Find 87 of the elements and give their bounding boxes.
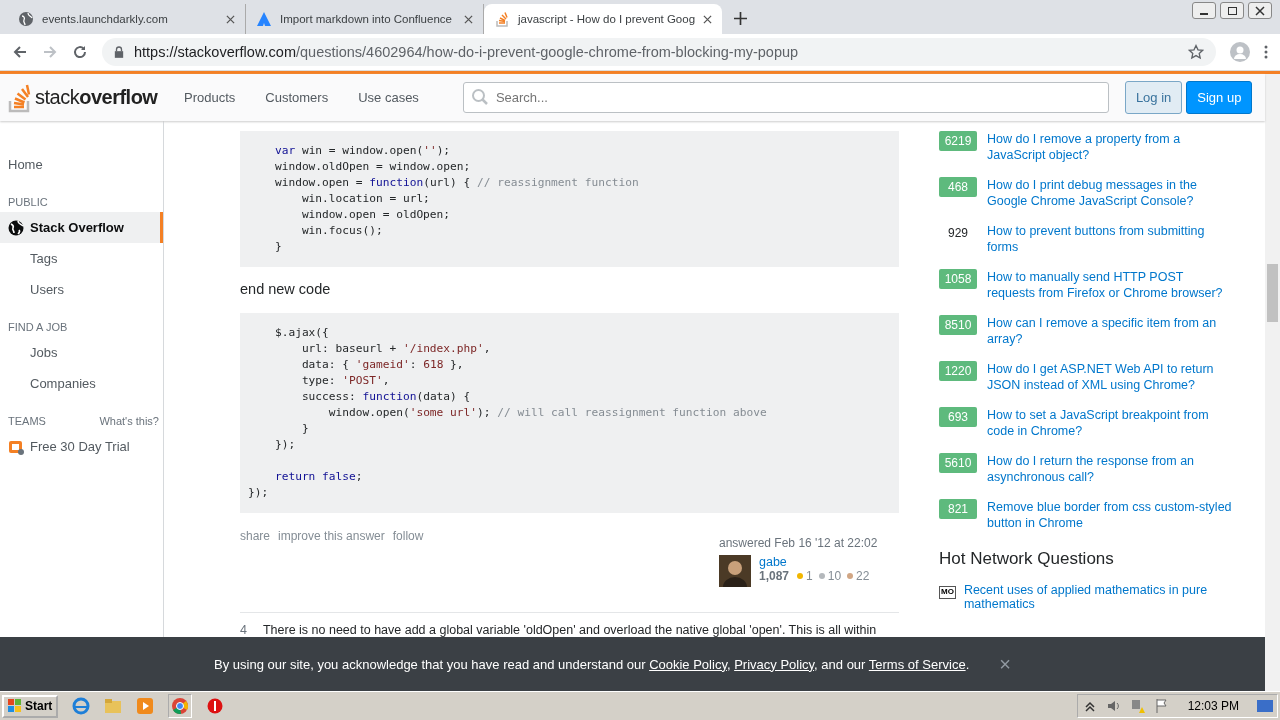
policy-link[interactable]: Terms of Service (868, 656, 966, 672)
badge-count: 1 (806, 569, 813, 583)
new-tab-icon[interactable] (734, 12, 747, 25)
windows-logo-icon (8, 699, 22, 713)
vote-count: 1058 (939, 269, 977, 289)
address-bar[interactable]: https://stackoverflow.com/questions/4602964/how-do-i-prevent-google-chrome-from-blocking-my-popup (102, 38, 1216, 66)
sidebar-heading: PUBLIC (8, 196, 48, 208)
chrome-icon[interactable] (168, 694, 193, 718)
start-button[interactable]: Start (2, 694, 59, 718)
post-action-link[interactable]: follow (392, 529, 424, 587)
question-link[interactable]: How can I remove a specific item from an array? (987, 315, 1232, 347)
globe-icon (8, 219, 24, 236)
site-icon: MO (939, 586, 956, 599)
question-link[interactable]: How do I return the response from an asynchronous call? (987, 453, 1232, 485)
search-field[interactable]: Search... (462, 82, 1109, 113)
user-name-link[interactable]: gabe (759, 555, 870, 569)
answered-date: answered Feb 16 '12 at 22:02 (719, 536, 878, 550)
close-icon[interactable] (464, 14, 473, 24)
policy-link[interactable]: Cookie Policy (649, 656, 727, 672)
flag-icon[interactable] (1153, 698, 1170, 714)
globe-icon (18, 11, 34, 27)
sidebar-item[interactable]: Jobs (0, 337, 163, 368)
sidebar-item[interactable]: Free 30 Day Trial (0, 431, 163, 462)
code-block: $.ajax({ url: baseurl + '/index.php', data: { 'gameid': 618 }, type: 'POST', success: function(data) { window.open('some url'); // will call reassignment function above } }); return false; }); (240, 313, 899, 513)
vote-count: 693 (939, 407, 977, 427)
triangle-logo-icon (256, 11, 272, 27)
question-link[interactable]: How do I remove a property from a JavaScript object? (987, 131, 1232, 163)
close-icon[interactable] (1248, 2, 1272, 19)
stack-overflow-logo[interactable]: stackoverflow (8, 82, 176, 113)
badge-count: 10 (827, 569, 842, 583)
vote-count: 1220 (939, 361, 977, 381)
menu-icon[interactable] (1264, 44, 1268, 60)
question-link[interactable]: How to prevent buttons from submitting forms (987, 223, 1232, 255)
reputation: 1,087 (759, 569, 790, 583)
answer-text: There is no need to have add a global variable 'oldOpen' and overload the native global 'open'. This is all within (262, 623, 877, 637)
question-link[interactable]: Recent uses of applied mathematics in pure mathematics (963, 583, 1239, 611)
lock-icon (114, 46, 124, 58)
vote-count: 821 (939, 499, 977, 519)
avatar-icon[interactable] (719, 555, 751, 587)
vote-count: 929 (947, 225, 969, 242)
question-link[interactable]: Remove blue border from css custom-styled button in Chrome (987, 499, 1232, 531)
code-block: var win = window.open(''); window.oldOpen = window.open; window.open = function(url) { // reassignment function win.location = url; window.open = oldOpen; win.focus(); } (240, 131, 899, 267)
answer-text: end new code (240, 281, 332, 297)
question-link[interactable]: How to manually send HTTP POST requests from Firefox or Chrome browser? (987, 269, 1232, 301)
vote-count: 8510 (939, 315, 977, 335)
browser-tab[interactable]: javascript - How do I prevent Goog (484, 4, 722, 34)
sidebar-item[interactable]: Users (0, 274, 163, 305)
reload-icon[interactable] (72, 44, 88, 60)
help-link[interactable]: What's this? (99, 415, 159, 427)
show-desktop-icon[interactable] (1257, 698, 1273, 714)
post-action-link[interactable]: improve this answer (278, 529, 385, 587)
vote-count: 5610 (939, 453, 977, 473)
sidebar-item[interactable]: Home (0, 149, 163, 180)
stop-icon[interactable] (206, 697, 225, 715)
post-action-link[interactable]: share (240, 529, 271, 587)
question-link[interactable]: How do I get ASP.NET Web API to return JSON instead of XML using Chrome? (987, 361, 1232, 393)
browser-icon[interactable] (72, 697, 91, 715)
close-icon[interactable] (226, 14, 235, 24)
nav-link[interactable]: Use cases (350, 90, 441, 105)
nav-link[interactable]: Customers (257, 90, 351, 105)
vote-count: 468 (939, 177, 977, 197)
nav-link[interactable]: Products (176, 90, 258, 105)
question-link[interactable]: How to set a JavaScript breakpoint from code in Chrome? (987, 407, 1232, 439)
cookie-notice: By using our site, you acknowledge that you have read and understand our Cookie Policy, Privacy Policy, and our Terms of Service. (214, 656, 970, 672)
vote-count: 6219 (939, 131, 977, 151)
back-icon[interactable] (12, 44, 28, 60)
close-button[interactable]: × (999, 652, 1011, 676)
sidebar-item[interactable]: Tags (0, 243, 163, 274)
minimize-icon[interactable] (1192, 2, 1216, 19)
restore-icon[interactable] (1220, 2, 1244, 19)
search-icon (470, 88, 489, 106)
stack-logo-icon (494, 11, 510, 27)
badge-count: 22 (856, 569, 870, 583)
section-title: Hot Network Questions (939, 549, 1115, 569)
login-button[interactable]: Log in (1124, 81, 1183, 114)
speaker-icon[interactable] (1105, 698, 1122, 714)
star-icon[interactable] (1188, 44, 1204, 60)
sidebar-item[interactable]: Stack Overflow (0, 212, 163, 243)
scrollbar[interactable] (1265, 74, 1280, 691)
briefcase-icon (8, 438, 24, 455)
sidebar-heading: FIND A JOB (8, 321, 68, 333)
question-link[interactable]: How do I print debug messages in the Google Chrome JavaScript Console? (987, 177, 1232, 209)
clock: 12:03 PM (1187, 699, 1239, 713)
sidebar-item[interactable]: Companies (0, 368, 163, 399)
vote-count: 4 (240, 623, 247, 637)
sidebar-heading: TEAMS (8, 415, 46, 427)
close-icon[interactable] (703, 14, 713, 24)
